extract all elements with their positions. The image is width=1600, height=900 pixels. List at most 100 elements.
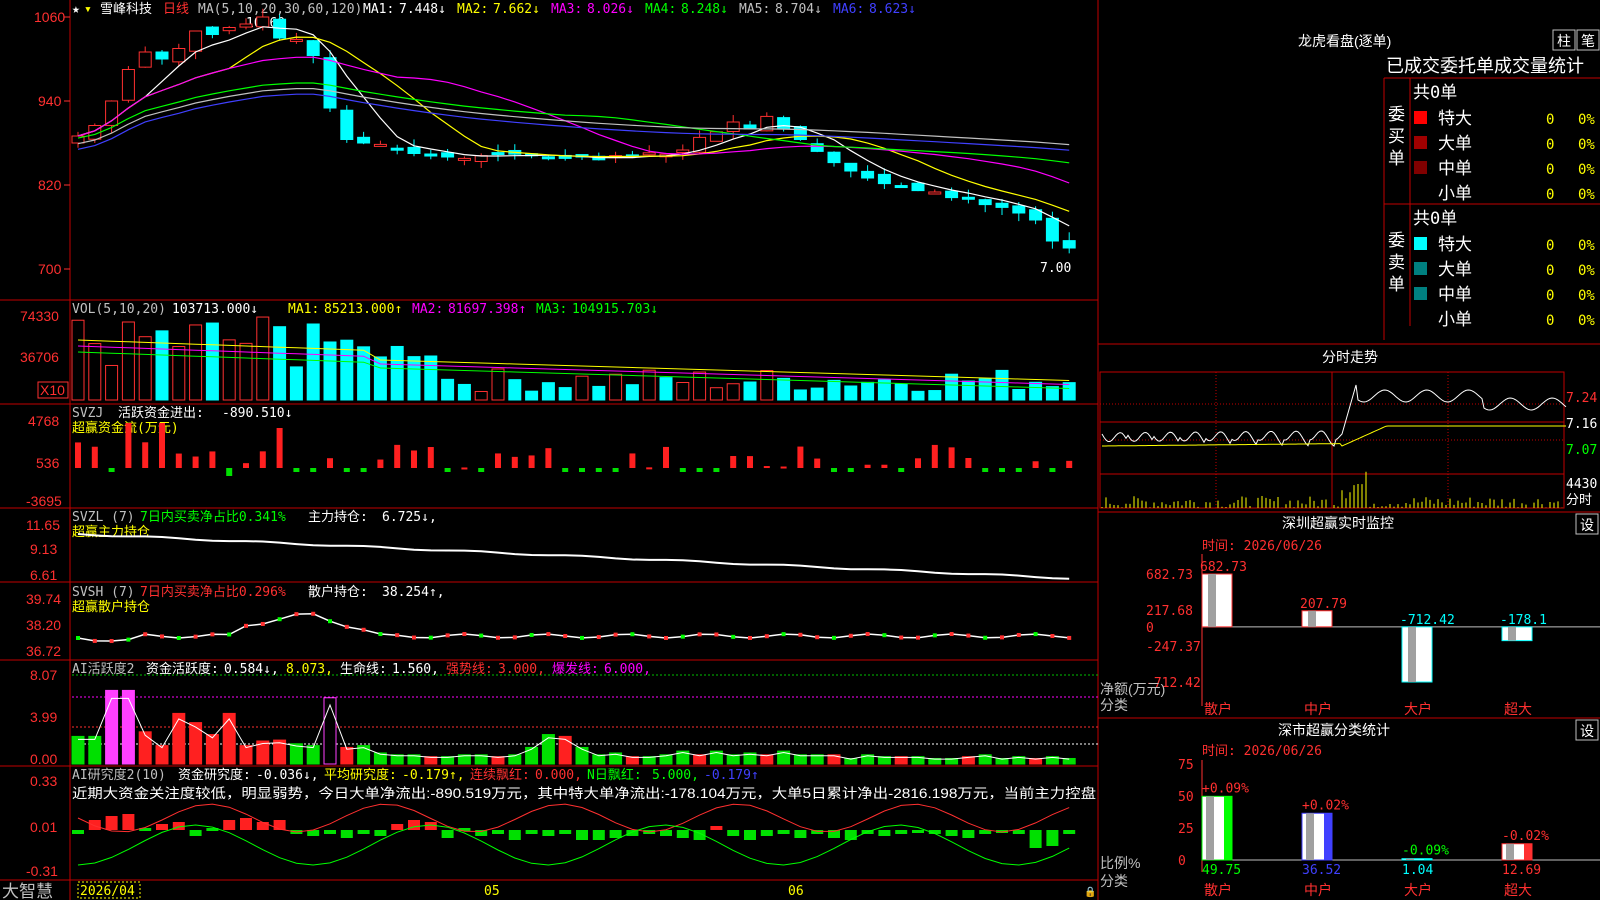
ai2-bar xyxy=(222,712,236,765)
candle-body xyxy=(155,51,169,60)
svsh-header: SVSH (7) xyxy=(72,585,135,600)
svzj-bar xyxy=(713,468,720,472)
monitor-settings-button[interactable]: 设 xyxy=(1580,517,1594,533)
lhb-side-label: 委 xyxy=(1388,105,1405,125)
svzj-bar xyxy=(192,456,199,468)
svsh-dot xyxy=(412,635,416,640)
svsh-dot xyxy=(647,634,652,639)
vol-tick: 74330 xyxy=(20,308,59,324)
volume-bar xyxy=(1012,388,1026,401)
svsh-dot xyxy=(1016,632,1021,637)
volume-bar xyxy=(390,345,404,401)
monitor-value-label: -712.42 xyxy=(1400,613,1455,628)
svzj-bar xyxy=(159,423,165,468)
svzj-bar xyxy=(461,467,468,470)
volume-bar xyxy=(306,323,320,401)
monitor-bars: 682.73 207.79 -712.42 -178.1 xyxy=(1200,560,1547,683)
ai3-bar xyxy=(374,830,387,836)
monitor-value-label: 207.79 xyxy=(1300,597,1347,612)
lhb-side-label: 委 xyxy=(1388,231,1405,251)
stock-name[interactable]: 雪峰科技 xyxy=(100,1,152,16)
classify-change-label: -0.02% xyxy=(1502,829,1549,844)
classify-change-label: +0.02% xyxy=(1302,798,1349,813)
ai-activity-panel[interactable]: 8.07 3.99 0.00 AI活跃度2 资金活跃度: 0.584↓, 8.073… xyxy=(30,661,1098,767)
svzj-bar xyxy=(1049,468,1056,472)
volume-bar xyxy=(373,356,387,401)
month-label: 06 xyxy=(788,884,804,899)
lock-icon[interactable]: 🔒 xyxy=(1084,886,1096,898)
price-tick: 700 xyxy=(38,261,62,277)
lhb-row-pct: 0% xyxy=(1578,263,1595,279)
svsh-dot xyxy=(865,632,870,637)
star-icon[interactable]: ★ xyxy=(72,2,80,17)
volume-bar xyxy=(508,379,522,401)
svsh-dot xyxy=(227,632,232,637)
svsh-text2: 散户持仓: xyxy=(308,584,368,600)
lhb-side-label: 买 xyxy=(1388,127,1405,147)
ma-value: 7.662↓ xyxy=(493,2,540,17)
volume-bar xyxy=(1045,386,1059,401)
monitor-tick: 0 xyxy=(1146,621,1154,636)
column-button[interactable]: 柱 xyxy=(1557,33,1571,49)
candle-body xyxy=(424,153,438,157)
dropdown-icon[interactable]: ▾ xyxy=(84,2,92,17)
ai3-value: 5.000, xyxy=(652,768,699,783)
lhb-tabs[interactable]: 已成交委托单成交量统计 xyxy=(1386,56,1584,76)
ma-label: MA5: xyxy=(739,2,770,17)
lhb-panel[interactable]: 龙虎看盘(逐单) 柱 笔 已成交委托单成交量统计 委买单共0单特大 0 0%大单 0 0… xyxy=(1098,29,1600,345)
svzj-bar xyxy=(679,468,686,472)
candle-body xyxy=(306,40,320,56)
tick-button[interactable]: 笔 xyxy=(1581,33,1595,49)
svsh-dot xyxy=(277,617,282,622)
lhb-row-count: 0 xyxy=(1546,162,1554,178)
svsh-dot xyxy=(596,635,601,640)
volume-bar xyxy=(676,382,690,401)
volume-bar xyxy=(709,387,723,401)
ai3-label: 资金研究度: xyxy=(178,767,251,783)
monitor-panel[interactable]: 深圳超赢实时监控 设 时间: 2026/06/26 682.73 217.68 0 -… xyxy=(1098,511,1600,717)
svzj-bar xyxy=(629,453,636,468)
volume-bar xyxy=(222,339,236,401)
svsh-dot xyxy=(1033,632,1038,637)
volume-panel[interactable]: 74330 36706 X10 VOL(5,10,20) 103713.000↓… xyxy=(20,302,1076,401)
svzj-panel[interactable]: 4768 536 -3695 SVZJ 活跃资金进出: -890.510↓ 超赢… xyxy=(26,405,1073,509)
classify-settings-button[interactable]: 设 xyxy=(1580,723,1594,739)
ai3-bar xyxy=(189,830,202,836)
classify-panel[interactable]: 深市超赢分类统计 设 时间: 2026/06/26 75 50 25 0 +0.09%… xyxy=(1098,717,1600,898)
period-label[interactable]: 日线 xyxy=(163,1,189,16)
intraday-panel[interactable]: 分时走势 7.24 7.16 7.07 4430 分时 xyxy=(1099,349,1597,509)
monitor-bar xyxy=(1501,626,1533,642)
volume-bar xyxy=(743,381,757,401)
ma-header: MA(5,10,20,30,60,120) xyxy=(198,2,362,17)
lhb-row-count: 0 xyxy=(1546,313,1554,329)
lhb-row-count: 0 xyxy=(1546,288,1554,304)
vol-tick: 36706 xyxy=(20,349,59,365)
classify-tick: 50 xyxy=(1178,790,1194,805)
svzl-tick: 6.61 xyxy=(30,567,57,583)
svzl-panel[interactable]: 11.65 9.13 6.61 SVZL (7) 7日内买卖净占比0.341% … xyxy=(26,509,1070,583)
lhb-title: 龙虎看盘(逐单) xyxy=(1298,33,1391,49)
candle-body xyxy=(289,38,303,42)
candle-body xyxy=(105,100,119,126)
ai-research-panel[interactable]: 0.33 0.01 -0.31 AI研究度2(10) 资金研究度: -0.036↓… xyxy=(26,767,1096,879)
candle-body xyxy=(172,48,186,63)
candle-body xyxy=(138,51,152,68)
vol-ma-label: MA2: xyxy=(412,302,443,317)
ai3-value: 0.000, xyxy=(535,768,582,783)
svsh-dot xyxy=(966,633,971,638)
monitor-value-label: 682.73 xyxy=(1200,560,1247,575)
svsh-dot xyxy=(781,632,786,637)
lhb-row-count: 0 xyxy=(1546,112,1554,128)
volume-bar xyxy=(726,383,740,401)
svzl-text: 7日内买卖净占比0.341% xyxy=(140,509,286,525)
svsh-dot xyxy=(445,633,450,638)
svsh-panel[interactable]: 39.74 38.20 36.72 SVSH (7) 7日内买卖净占比0.296… xyxy=(26,584,1072,659)
volume-bar xyxy=(323,341,337,401)
svzj-bar xyxy=(243,463,249,468)
svsh-dot xyxy=(613,632,618,637)
svzj-bar xyxy=(747,456,753,468)
lhb-color-swatch xyxy=(1414,111,1427,124)
classify-change-label: -0.09% xyxy=(1402,844,1449,859)
candle-body xyxy=(894,185,908,189)
volume-bar xyxy=(894,383,908,401)
